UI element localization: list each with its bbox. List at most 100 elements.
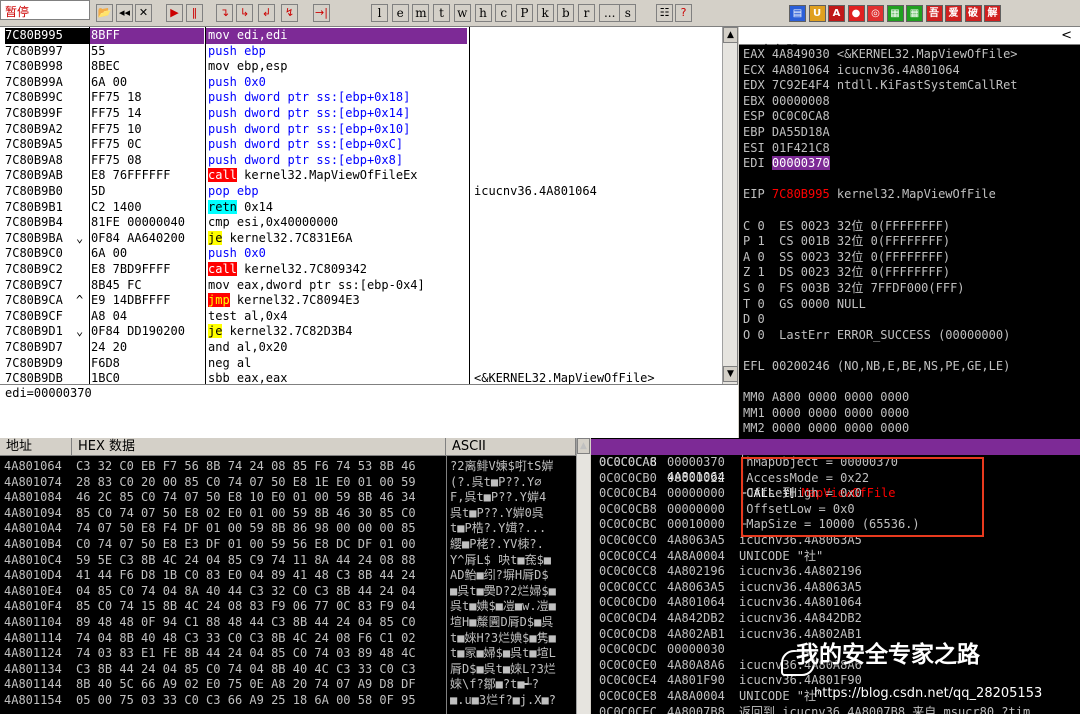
register-row[interactable] bbox=[743, 172, 1073, 188]
register-row[interactable]: EIP 7C80B995 kernel32.MapViewOfFile bbox=[743, 187, 1073, 203]
disasm-row[interactable]: 7C80B9A8 FF75 08 push dword ptr ss:[ebp+0x… bbox=[0, 153, 722, 169]
disasm-row[interactable]: 7C80B99F FF75 14 push dword ptr ss:[ebp+0x… bbox=[0, 106, 722, 122]
register-row[interactable]: ESI 01F421C8 bbox=[743, 141, 1073, 157]
toolbar-button-3[interactable]: ▶ bbox=[166, 4, 183, 22]
register-row[interactable] bbox=[743, 375, 1073, 391]
toolbar-window-9[interactable]: b bbox=[557, 4, 575, 22]
plugin-icon-2[interactable]: A bbox=[828, 5, 845, 22]
disasm-row[interactable]: 7C80B9C2 E8 7BD9FFFF call kernel32.7C80934… bbox=[0, 262, 722, 278]
dump-row[interactable]: 4A801144 8B 40 5C 66 A9 02 E0 75 0E A8 20… bbox=[0, 677, 580, 693]
register-row[interactable] bbox=[743, 203, 1073, 219]
register-row[interactable]: C 0 ES 0023 32位 0(FFFFFFFF) bbox=[743, 219, 1073, 235]
register-row[interactable]: MM0 A800 0000 0000 0000 bbox=[743, 390, 1073, 406]
stack-pane[interactable]: 0C0C0CA8 4A801064 ┌CALL 到 MapViewOfFile … bbox=[591, 438, 1080, 714]
stack-row[interactable]: 0C0C0CCC 4A8063A5 icucnv36.4A8063A5 bbox=[591, 580, 1080, 596]
stack-row[interactable]: 0C0C0CD4 4A842DB2 icucnv36.4A842DB2 bbox=[591, 611, 1080, 627]
disasm-row[interactable]: 7C80B9DB 1BC0 sbb eax,eax <&KERNEL32.MapVie… bbox=[0, 371, 722, 384]
register-value[interactable]: 00000370 bbox=[771, 156, 830, 171]
toolbar-extra-options-icon[interactable]: ☷ bbox=[656, 4, 673, 22]
register-row[interactable]: P 1 CS 001B 32位 0(FFFFFFFF) bbox=[743, 234, 1073, 250]
dump-row[interactable]: 4A8010A4 74 07 50 E8 F4 DF 01 00 59 8B 86… bbox=[0, 521, 580, 537]
toolbar-window-6[interactable]: c bbox=[495, 4, 513, 22]
register-row[interactable]: EBP DA55D18A bbox=[743, 125, 1073, 141]
register-row[interactable]: EFL 00200246 (NO,NB,E,BE,NS,PE,GE,LE) bbox=[743, 359, 1073, 375]
disasm-row[interactable]: 7C80B9D7 24 20 and al,0x20 bbox=[0, 340, 722, 356]
dump-row[interactable]: 4A801134 C3 8B 44 24 04 85 C0 74 04 8B 40… bbox=[0, 662, 580, 678]
toolbar-button-8[interactable]: ↯ bbox=[281, 4, 298, 22]
dump-row[interactable]: 4A801084 46 2C 85 C0 74 07 50 E8 10 E0 01… bbox=[0, 490, 580, 506]
register-row[interactable]: A 0 SS 0023 32位 0(FFFFFFFF) bbox=[743, 250, 1073, 266]
register-row[interactable]: EDI 00000370 bbox=[743, 156, 1073, 172]
register-row[interactable]: MM2 0000 0000 0000 0000 bbox=[743, 421, 1073, 437]
disasm-row[interactable]: 7C80B997 55 push ebp bbox=[0, 44, 722, 60]
disasm-scrollbar[interactable]: ▲ ▼ bbox=[722, 27, 737, 384]
dump-row[interactable]: 4A8010E4 04 85 C0 74 04 8A 40 44 C3 32 C0… bbox=[0, 584, 580, 600]
toolbar-window-1[interactable]: e bbox=[391, 4, 409, 22]
plugin-icon-9[interactable]: 破 bbox=[964, 5, 982, 22]
disasm-row[interactable]: ⌄ 7C80B9D1 0F84 DD190200 je kernel32.7C82D3… bbox=[0, 324, 722, 340]
disasm-row[interactable]: 7C80B9CF A8 04 test al,0x4 bbox=[0, 309, 722, 325]
dump-row[interactable]: 4A8010B4 C0 74 07 50 E8 E3 DF 01 00 59 56… bbox=[0, 537, 580, 553]
toolbar-window-11[interactable]: ... bbox=[598, 4, 621, 22]
toolbar-button-2[interactable]: ✕ bbox=[135, 4, 152, 22]
plugin-icon-0[interactable]: ▤ bbox=[789, 5, 806, 22]
stack-row[interactable]: 0C0C0CD8 4A802AB1 icucnv36.4A802AB1 bbox=[591, 627, 1080, 643]
plugin-icon-1[interactable]: U bbox=[808, 5, 826, 22]
register-row[interactable]: O 0 LastErr ERROR_SUCCESS (00000000) bbox=[743, 328, 1073, 344]
register-row[interactable] bbox=[743, 343, 1073, 359]
plugin-icon-6[interactable]: ▦ bbox=[906, 5, 923, 22]
disasm-row[interactable]: 7C80B9B1 C2 1400 retn 0x14 bbox=[0, 199, 722, 216]
disasm-row[interactable]: 7C80B9A5 FF75 0C push dword ptr ss:[ebp+0x… bbox=[0, 137, 722, 153]
disasm-row[interactable]: 7C80B9D9 F6D8 neg al bbox=[0, 356, 722, 372]
dump-row[interactable]: 4A8010D4 41 44 F6 D8 1B C0 83 E0 04 89 41… bbox=[0, 568, 580, 584]
registers-pane[interactable]: 寄存器 (MMX) < EAX 4A849030 <&KERNEL32.MapV… bbox=[739, 27, 1080, 438]
register-row[interactable]: MM1 0000 0000 0000 0000 bbox=[743, 406, 1073, 422]
disasm-row[interactable]: 7C80B9C7 8B45 FC mov eax,dword ptr ss:[ebp… bbox=[0, 278, 722, 294]
disasm-row[interactable]: 7C80B9B4 81FE 00000040 cmp esi,0x40000000 bbox=[0, 215, 722, 231]
disasm-row[interactable]: 7C80B99C FF75 18 push dword ptr ss:[ebp+0x… bbox=[0, 90, 722, 106]
disasm-row[interactable]: 7C80B9B0 5D pop ebp icucnv36.4A801064 bbox=[0, 184, 722, 200]
stack-row-top[interactable]: 0C0C0CA8 4A801064 ┌CALL 到 MapViewOfFile bbox=[591, 439, 1080, 500]
registers-header[interactable]: 寄存器 (MMX) < bbox=[739, 27, 1080, 59]
scroll-up-arrow-icon[interactable]: ▲ bbox=[723, 27, 737, 43]
toolbar-button-4[interactable]: ‖ bbox=[186, 4, 203, 22]
disasm-row[interactable]: 7C80B9AB E8 76FFFFFF call kernel32.MapView… bbox=[0, 168, 722, 184]
toolbar-button-9[interactable]: →| bbox=[313, 4, 330, 22]
toolbar-button-5[interactable]: ↴ bbox=[216, 4, 233, 22]
toolbar-button-1[interactable]: ◂◂ bbox=[116, 4, 133, 22]
register-row[interactable]: D 0 bbox=[743, 312, 1073, 328]
toolbar-button-6[interactable]: ↳ bbox=[236, 4, 253, 22]
dump-row[interactable]: 4A801124 74 03 83 E1 FE 8B 44 24 04 85 C0… bbox=[0, 646, 580, 662]
toolbar-window-5[interactable]: h bbox=[474, 4, 492, 22]
register-row[interactable]: T 0 GS 0000 NULL bbox=[743, 297, 1073, 313]
register-row[interactable]: EBX 00000008 bbox=[743, 94, 1073, 110]
toolbar-window-8[interactable]: k bbox=[536, 4, 554, 22]
plugin-icon-5[interactable]: ▦ bbox=[886, 5, 904, 22]
toolbar-window-12[interactable]: s bbox=[619, 4, 637, 22]
stack-row[interactable]: 0C0C0CC4 4A8A0004 UNICODE "社" bbox=[591, 549, 1080, 565]
stack-row[interactable]: 0C0C0CEC 4A8007B8 返回到 icucnv36.4A8007B8 来自… bbox=[591, 705, 1080, 714]
scroll-down-arrow-icon[interactable]: ▼ bbox=[723, 366, 737, 382]
disasm-row[interactable]: ⌄ 7C80B9BA 0F84 AA640200 je kernel32.7C831E… bbox=[0, 230, 722, 247]
dump-header-ascii[interactable]: ASCII bbox=[446, 438, 576, 456]
stack-row[interactable]: 0C0C0CD0 4A801064 icucnv36.4A801064 bbox=[591, 595, 1080, 611]
dump-scrollbar[interactable]: ▲ bbox=[576, 438, 590, 714]
dump-row[interactable]: 4A801074 28 83 C0 20 00 85 C0 74 07 50 E8… bbox=[0, 475, 580, 491]
register-value[interactable]: 7C80B995 bbox=[772, 187, 830, 201]
plugin-icon-10[interactable]: 解 bbox=[984, 5, 1001, 22]
register-row[interactable]: ECX 4A801064 icucnv36.4A801064 bbox=[743, 63, 1073, 79]
register-row[interactable]: Z 1 DS 0023 32位 0(FFFFFFFF) bbox=[743, 265, 1073, 281]
toolbar-window-2[interactable]: m bbox=[412, 4, 430, 22]
disasm-row[interactable]: 7C80B9C0 6A 00 push 0x0 bbox=[0, 246, 722, 262]
dump-header-hex[interactable]: HEX 数据 bbox=[72, 438, 446, 456]
dump-row[interactable]: 4A801154 05 00 75 03 33 C0 C3 66 A9 25 18… bbox=[0, 693, 580, 709]
toolbar-button-7[interactable]: ↲ bbox=[258, 4, 275, 22]
toolbar-extra-help-icon[interactable]: ? bbox=[675, 4, 692, 22]
toolbar-button-0[interactable]: 📂 bbox=[96, 4, 113, 22]
stack-row[interactable]: 0C0C0CC8 4A802196 icucnv36.4A802196 bbox=[591, 564, 1080, 580]
plugin-icon-7[interactable]: 吾 bbox=[925, 5, 943, 22]
toolbar-window-7[interactable]: P bbox=[515, 4, 533, 22]
dump-header-address[interactable]: 地址 bbox=[0, 438, 72, 456]
dump-row[interactable]: 4A801094 85 C0 74 07 50 E8 02 E0 01 00 59… bbox=[0, 506, 580, 522]
plugin-icon-3[interactable]: ● bbox=[847, 5, 865, 22]
